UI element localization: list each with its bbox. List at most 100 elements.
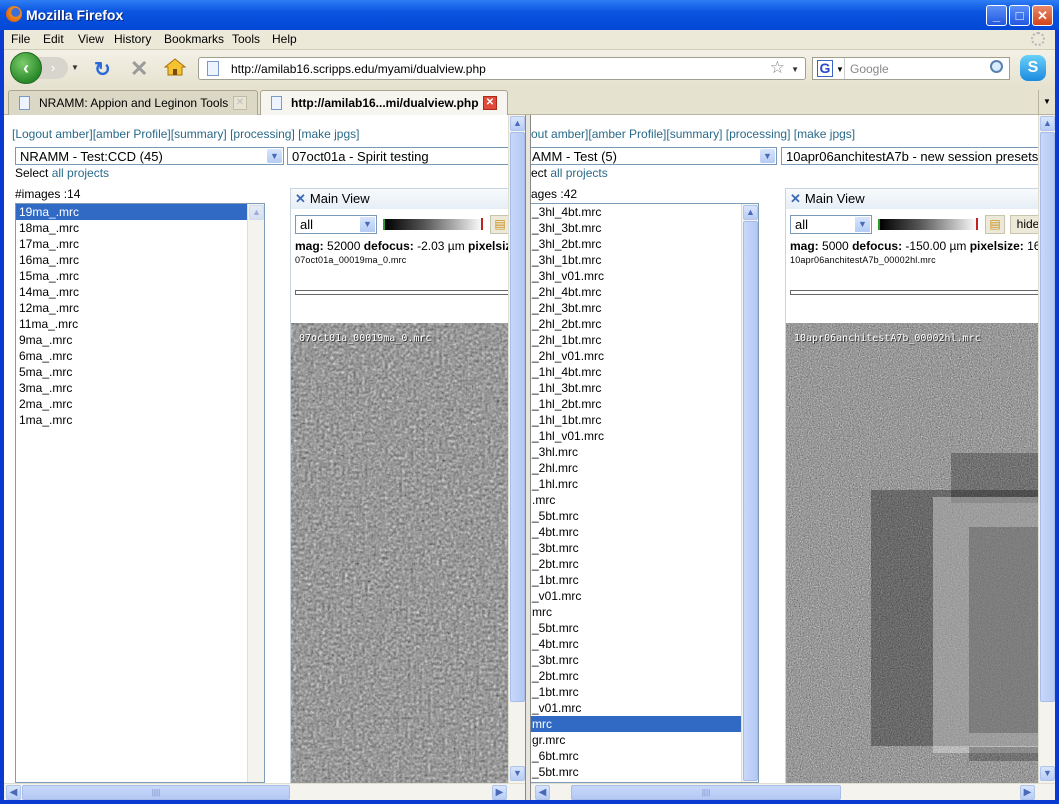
bookmark-star-icon[interactable]: ☆: [770, 58, 785, 78]
list-item[interactable]: 17ma_.mrc: [16, 236, 264, 252]
list-item[interactable]: _v01.mrc: [531, 700, 758, 716]
tab-dualview[interactable]: http://amilab16...mi/dualview.php ✕: [260, 90, 508, 116]
list-item[interactable]: _6bt.mrc: [531, 748, 758, 764]
list-item[interactable]: 5ma_.mrc: [16, 364, 264, 380]
google-engine-icon[interactable]: G: [817, 60, 833, 77]
menu-tools[interactable]: Tools: [232, 32, 260, 46]
micrograph-image[interactable]: 10apr06anchitestA7b_00002hl.mrc: [786, 323, 1055, 783]
filter-select[interactable]: all ▼: [295, 215, 377, 234]
list-item[interactable]: _5bt.mrc: [531, 508, 758, 524]
list-item[interactable]: 9ma_.mrc: [16, 332, 264, 348]
menu-history[interactable]: History: [114, 32, 151, 46]
hscroll-thumb[interactable]: ||||: [22, 785, 290, 800]
reload-icon[interactable]: ↻: [94, 57, 111, 82]
list-item[interactable]: 12ma_.mrc: [16, 300, 264, 316]
tab-close-icon[interactable]: ✕: [483, 96, 497, 110]
close-window-button[interactable]: ✕: [1032, 5, 1053, 26]
chevron-down-icon[interactable]: ▼: [267, 149, 282, 163]
forward-button[interactable]: ›: [38, 57, 68, 79]
scroll-right-icon[interactable]: ▶: [1020, 785, 1035, 800]
close-icon[interactable]: ✕: [790, 191, 801, 206]
image-list[interactable]: 19ma_.mrc 18ma_.mrc 17ma_.mrc 16ma_.mrc 15ma…: [15, 203, 265, 783]
list-item[interactable]: _4bt.mrc: [531, 636, 758, 652]
chevron-down-icon[interactable]: ▼: [855, 217, 870, 232]
settings-icon[interactable]: ▤: [490, 215, 510, 234]
list-item[interactable]: .mrc: [531, 492, 758, 508]
tab-close-icon[interactable]: ✕: [233, 96, 247, 110]
list-item[interactable]: _2bt.mrc: [531, 668, 758, 684]
maximize-button[interactable]: □: [1009, 5, 1030, 26]
list-item[interactable]: 19ma_.mrc: [16, 204, 264, 220]
image-list[interactable]: _3hl_4bt.mrc _3hl_3bt.mrc _3hl_2bt.mrc _3hl…: [531, 203, 759, 783]
search-magnifier-icon[interactable]: [990, 60, 1003, 73]
filter-select[interactable]: all ▼: [790, 215, 872, 234]
list-item[interactable]: _3hl_v01.mrc: [531, 268, 758, 284]
all-projects-link[interactable]: all projects: [52, 166, 109, 180]
settings-icon[interactable]: ▤: [985, 215, 1005, 234]
contrast-max-marker[interactable]: [481, 218, 483, 230]
scroll-thumb[interactable]: [510, 132, 525, 702]
tab-list-dropdown-icon[interactable]: ▼: [1038, 90, 1055, 114]
history-dropdown-icon[interactable]: ▼: [71, 63, 79, 72]
tab-nramm[interactable]: NRAMM: Appion and Leginon Tools ✕: [8, 90, 258, 115]
list-item[interactable]: gr.mrc: [531, 732, 758, 748]
list-item[interactable]: _1bt.mrc: [531, 684, 758, 700]
list-item[interactable]: _2hl_3bt.mrc: [531, 300, 758, 316]
menu-file[interactable]: File: [11, 32, 30, 46]
scroll-thumb[interactable]: [1040, 132, 1055, 702]
stop-icon[interactable]: ✕: [130, 56, 148, 82]
list-item[interactable]: _3hl_1bt.mrc: [531, 252, 758, 268]
list-item[interactable]: _1hl_2bt.mrc: [531, 396, 758, 412]
list-scrollbar[interactable]: ▲: [741, 204, 758, 782]
engine-dropdown-icon[interactable]: ▼: [836, 65, 844, 74]
chevron-down-icon[interactable]: ▼: [360, 217, 375, 232]
list-item[interactable]: 3ma_.mrc: [16, 380, 264, 396]
micrograph-image[interactable]: 07oct01a_00019ma_0.mrc: [291, 323, 525, 783]
list-item[interactable]: _2hl_4bt.mrc: [531, 284, 758, 300]
chevron-down-icon[interactable]: ▼: [760, 149, 775, 163]
contrast-slider[interactable]: [878, 219, 978, 230]
menu-view[interactable]: View: [78, 32, 104, 46]
menu-help[interactable]: Help: [272, 32, 297, 46]
back-button[interactable]: ‹: [10, 52, 42, 84]
search-input[interactable]: Google: [850, 62, 889, 76]
all-projects-link[interactable]: all projects: [550, 166, 607, 180]
contrast-slider[interactable]: [383, 219, 483, 230]
list-item[interactable]: _3bt.mrc: [531, 652, 758, 668]
url-text[interactable]: http://amilab16.scripps.edu/myami/dualvi…: [231, 62, 486, 76]
search-bar[interactable]: G ▼ Google: [812, 57, 1010, 80]
list-item[interactable]: _3hl.mrc: [531, 444, 758, 460]
project-select[interactable]: AMM - Test (5) ▼: [531, 147, 777, 165]
hscroll-thumb[interactable]: ||||: [571, 785, 841, 800]
list-item[interactable]: mrc: [531, 716, 758, 732]
scroll-up-icon[interactable]: ▲: [743, 205, 758, 220]
project-select[interactable]: NRAMM - Test:CCD (45) ▼: [15, 147, 284, 165]
user-links[interactable]: [Logout amber][amber Profile][summary] […: [12, 127, 359, 141]
menu-bookmarks[interactable]: Bookmarks: [164, 32, 224, 46]
right-frame-vscrollbar[interactable]: ▲ ▼: [1038, 115, 1055, 783]
scroll-thumb[interactable]: [743, 221, 758, 781]
list-item[interactable]: _1hl_1bt.mrc: [531, 412, 758, 428]
left-frame-hscrollbar[interactable]: ◀ |||| ▶: [4, 783, 525, 800]
scroll-up-icon[interactable]: ▲: [510, 116, 525, 131]
list-item[interactable]: _3hl_4bt.mrc: [531, 204, 758, 220]
user-links[interactable]: out amber][amber Profile][summary] [proc…: [531, 127, 855, 141]
list-item[interactable]: _1bt.mrc: [531, 572, 758, 588]
list-item[interactable]: _2hl_2bt.mrc: [531, 316, 758, 332]
list-item[interactable]: _2hl_1bt.mrc: [531, 332, 758, 348]
list-scrollbar[interactable]: ▲: [247, 204, 264, 782]
list-item[interactable]: _1hl_4bt.mrc: [531, 364, 758, 380]
contrast-max-marker[interactable]: [976, 218, 978, 230]
right-frame-hscrollbar[interactable]: ◀ |||| ▶: [531, 783, 1055, 800]
list-item[interactable]: 11ma_.mrc: [16, 316, 264, 332]
scroll-left-icon[interactable]: ◀: [6, 785, 21, 800]
list-item[interactable]: _1hl.mrc: [531, 476, 758, 492]
scroll-up-icon[interactable]: ▲: [1040, 116, 1055, 131]
url-bar[interactable]: http://amilab16.scripps.edu/myami/dualvi…: [198, 57, 806, 80]
scroll-right-icon[interactable]: ▶: [492, 785, 507, 800]
session-select[interactable]: 10apr06anchitestA7b - new session preset…: [781, 147, 1041, 165]
scroll-down-icon[interactable]: ▼: [1040, 766, 1055, 781]
scroll-left-icon[interactable]: ◀: [535, 785, 550, 800]
list-item[interactable]: _1hl_3bt.mrc: [531, 380, 758, 396]
menu-edit[interactable]: Edit: [43, 32, 64, 46]
